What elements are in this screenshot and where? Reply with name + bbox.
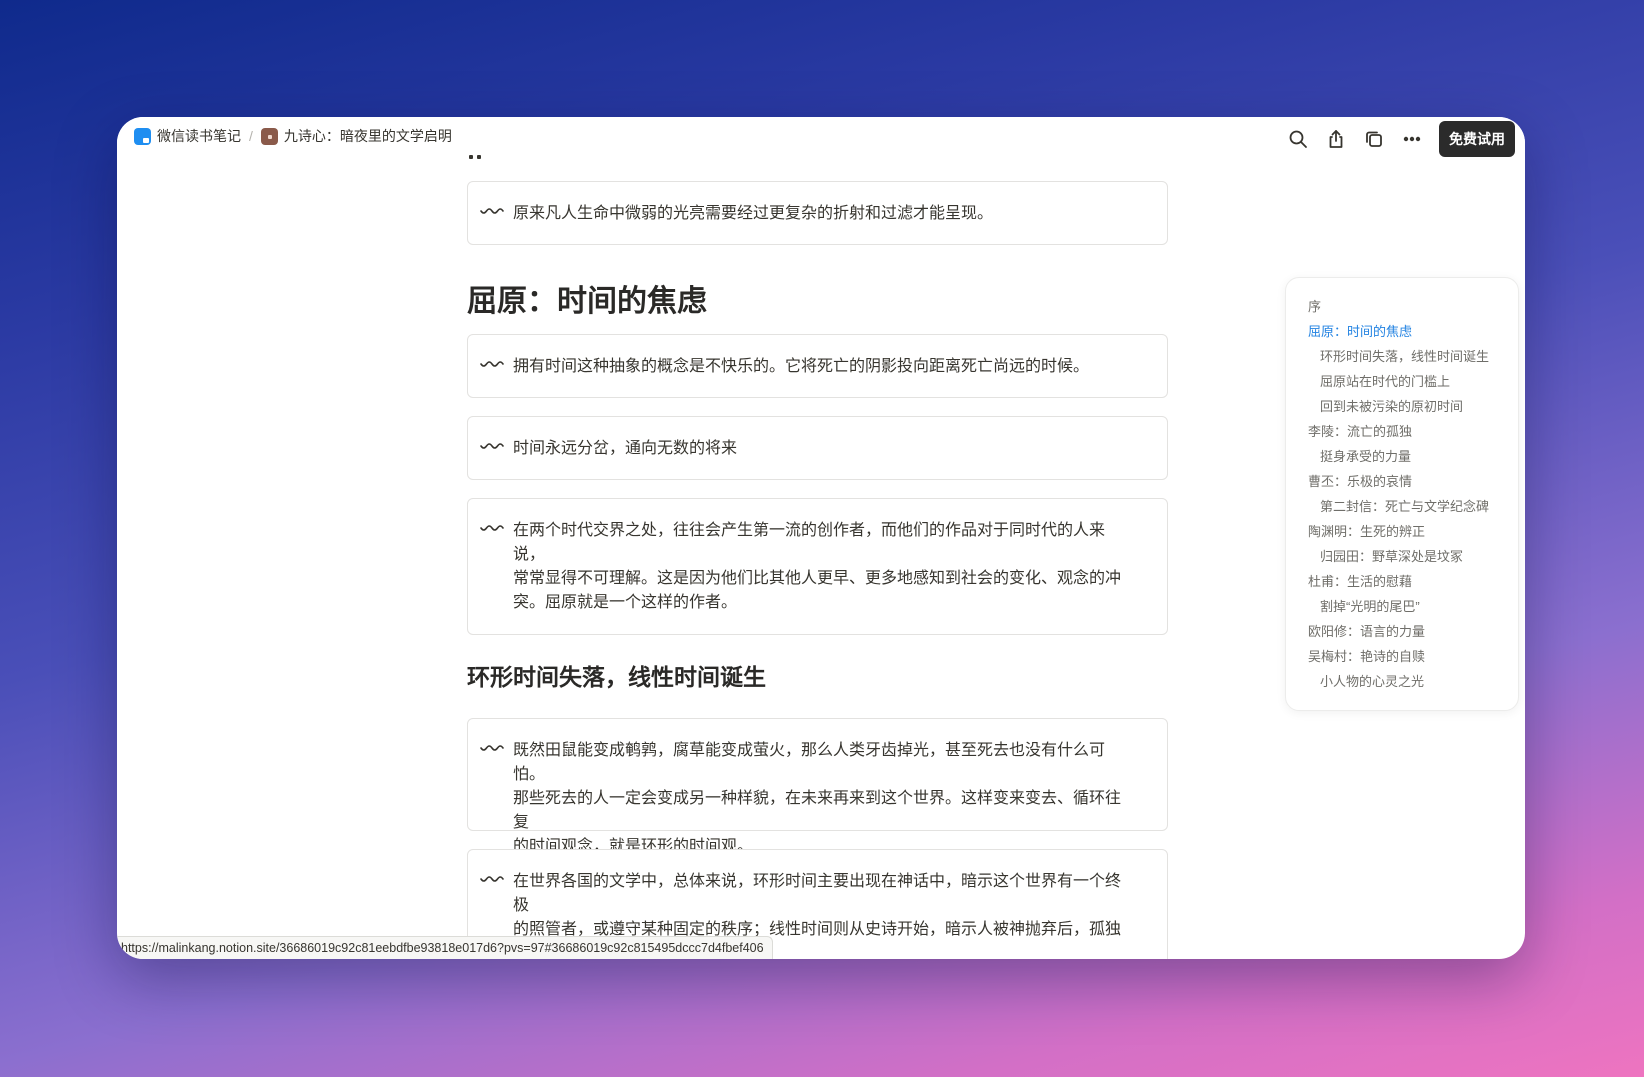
link-preview-url: https://malinkang.notion.site/36686019c9…: [117, 936, 773, 959]
topbar-actions: 免费试用: [1283, 121, 1515, 157]
toc-item[interactable]: 序: [1286, 294, 1518, 319]
quote-text: 拥有时间这种抽象的概念是不快乐的。它将死亡的阴影投向距离死亡尚远的时候。: [513, 358, 1090, 375]
quote-line: 在两个时代交界之处，往往会产生第一流的创作者，而他们的作品对于同时代的人来说，: [513, 522, 1106, 563]
quote-mark-icon: [480, 870, 504, 894]
browser-window: 微信读书笔记 / 九诗心：暗夜里的文学启明 免费试用 原来凡人生命中微弱的光亮需…: [117, 117, 1525, 959]
breadcrumb: 微信读书笔记 / 九诗心：暗夜里的文学启明: [130, 124, 456, 148]
breadcrumb-separator: /: [249, 128, 253, 144]
free-trial-button[interactable]: 免费试用: [1439, 121, 1515, 157]
heading-1: 屈原：时间的焦虑: [467, 285, 707, 318]
quote-mark-icon: [480, 739, 504, 763]
book-icon: [260, 127, 278, 145]
breadcrumb-workspace-label: 微信读书笔记: [157, 128, 241, 144]
quote-line: 那些死去的人一定会变成另一种样貌，在未来再来到这个世界。这样变来变去、循环往复: [513, 790, 1122, 831]
quote-block[interactable]: 原来凡人生命中微弱的光亮需要经过更复杂的折射和过滤才能呈现。: [467, 181, 1168, 245]
toc-item[interactable]: 第二封信：死亡与文学纪念碑: [1286, 494, 1518, 519]
toc-item[interactable]: 杜甫：生活的慰藉: [1286, 569, 1518, 594]
quote-block[interactable]: 时间永远分岔，通向无数的将来: [467, 416, 1168, 480]
toc-item[interactable]: 吴梅村：艳诗的自赎: [1286, 644, 1518, 669]
quote-line: 在世界各国的文学中，总体来说，环形时间主要出现在神话中，暗示这个世界有一个终极: [513, 873, 1122, 914]
top-bar: 微信读书笔记 / 九诗心：暗夜里的文学启明 免费试用: [117, 117, 1525, 157]
quote-line: 既然田鼠能变成鹌鹑，腐草能变成萤火，那么人类牙齿掉光，甚至死去也没有什么可怕。: [513, 742, 1106, 783]
breadcrumb-page[interactable]: 九诗心：暗夜里的文学启明: [257, 124, 456, 148]
duplicate-icon[interactable]: [1359, 124, 1389, 154]
table-of-contents: 序 屈原：时间的焦虑 环形时间失落，线性时间诞生 屈原站在时代的门槛上 回到未被…: [1285, 277, 1519, 711]
quote-block[interactable]: 拥有时间这种抽象的概念是不快乐的。它将死亡的阴影投向距离死亡尚远的时候。: [467, 334, 1168, 398]
toc-item[interactable]: 小人物的心灵之光: [1286, 669, 1518, 694]
toc-item[interactable]: 屈原站在时代的门槛上: [1286, 369, 1518, 394]
breadcrumb-workspace[interactable]: 微信读书笔记: [130, 124, 245, 148]
toc-item[interactable]: 李陵：流亡的孤独: [1286, 419, 1518, 444]
toc-item[interactable]: 曹丕：乐极的哀情: [1286, 469, 1518, 494]
workspace-icon: [134, 127, 151, 145]
quote-mark-icon: [480, 355, 504, 379]
quote-mark-icon: [480, 202, 504, 226]
toc-item[interactable]: 归园田：野草深处是坟冢: [1286, 544, 1518, 569]
quote-mark-icon: [480, 437, 504, 461]
search-icon[interactable]: [1283, 124, 1313, 154]
quote-line: 突。屈原就是一个这样的作者。: [513, 594, 738, 611]
toc-item[interactable]: 割掉“光明的尾巴”: [1286, 594, 1518, 619]
toc-item[interactable]: 陶渊明：生死的辨正: [1286, 519, 1518, 544]
share-icon[interactable]: [1321, 124, 1351, 154]
cut-off-glyph: [467, 155, 487, 159]
quote-line: 常常显得不可理解。这是因为他们比其他人更早、更多地感知到社会的变化、观念的冲: [513, 570, 1122, 587]
quote-mark-icon: [480, 519, 504, 543]
toc-item[interactable]: 欧阳修：语言的力量: [1286, 619, 1518, 644]
quote-block[interactable]: 既然田鼠能变成鹌鹑，腐草能变成萤火，那么人类牙齿掉光，甚至死去也没有什么可怕。 …: [467, 718, 1168, 855]
more-icon[interactable]: [1397, 124, 1427, 154]
heading-2: 环形时间失落，线性时间诞生: [467, 664, 766, 690]
breadcrumb-page-label: 九诗心：暗夜里的文学启明: [283, 128, 452, 144]
toc-item[interactable]: 挺身承受的力量: [1286, 444, 1518, 469]
quote-text: 原来凡人生命中微弱的光亮需要经过更复杂的折射和过滤才能呈现。: [513, 205, 994, 222]
quote-text: 时间永远分岔，通向无数的将来: [513, 440, 738, 457]
toc-item[interactable]: 环形时间失落，线性时间诞生: [1286, 344, 1518, 369]
quote-block[interactable]: 在两个时代交界之处，往往会产生第一流的创作者，而他们的作品对于同时代的人来说， …: [467, 498, 1168, 635]
toc-item-active[interactable]: 屈原：时间的焦虑: [1286, 319, 1518, 344]
toc-item[interactable]: 回到未被污染的原初时间: [1286, 394, 1518, 419]
